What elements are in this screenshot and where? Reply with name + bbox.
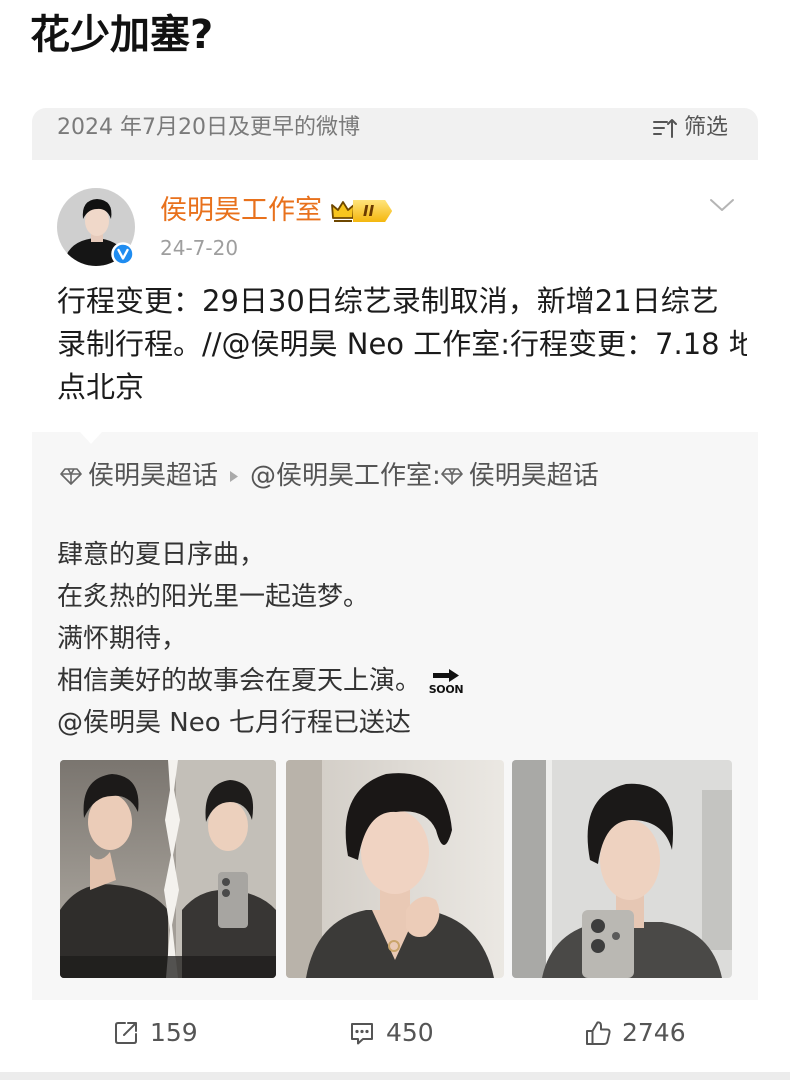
mention-link[interactable]: @侯明昊工作室:: [250, 460, 441, 492]
post-text-line: 录制行程。//@侯明昊 Neo 工作室:行程变更：7.18 地: [57, 327, 747, 361]
photo-2-image: [286, 760, 504, 978]
bottom-divider: [0, 1072, 790, 1080]
post-text-line: 点北京: [57, 370, 145, 404]
diamond-icon: [440, 468, 463, 485]
comment-count: 450: [386, 1018, 434, 1047]
photo-3-image: [512, 760, 732, 978]
filter-sort-icon: [653, 119, 677, 138]
member-level-badge[interactable]: II: [330, 197, 393, 225]
like-count: 2746: [622, 1018, 686, 1047]
retweet-text-line: 在炙热的阳光里一起造梦。: [57, 582, 370, 612]
diamond-icon: [60, 468, 82, 485]
post-date: 24-7-20: [160, 236, 239, 260]
like-button[interactable]: 2746: [584, 1016, 686, 1050]
super-topic-link-2[interactable]: 侯明昊超话: [469, 460, 599, 492]
photo-2[interactable]: [286, 760, 504, 978]
retweet-text-line: 满怀期待，: [57, 624, 188, 654]
verified-badge-icon: [111, 242, 135, 266]
retweet-text-segment: 相信美好的故事会在夏天上演。: [57, 666, 422, 696]
photo-3[interactable]: [512, 760, 732, 978]
feed-header: 2024 年7月20日及更早的微博 筛选: [32, 108, 758, 160]
share-icon: [115, 1022, 137, 1044]
filter-button[interactable]: 筛选: [652, 113, 728, 143]
soon-label: SOON: [428, 683, 464, 696]
page-title: 花少加塞?: [30, 12, 214, 58]
member-level-text: II: [353, 200, 393, 222]
triangle-right-icon: [230, 470, 239, 482]
retweet-text-line: @侯明昊 Neo 七月行程已送达: [57, 708, 411, 738]
post-card: 侯明昊工作室 II 24-7-20 行程变更：29日30日综艺录制取消，新增21…: [32, 160, 758, 432]
crown-icon: [331, 201, 355, 222]
post-text-line: 行程变更：29日30日综艺录制取消，新增21日综艺: [57, 284, 719, 318]
repost-count: 159: [150, 1018, 198, 1047]
super-topic-link[interactable]: 侯明昊超话: [88, 460, 218, 492]
photo-1[interactable]: [60, 760, 276, 978]
photo-1-image: [60, 760, 276, 978]
retweet-text-line: 肆意的夏日序曲，: [57, 540, 266, 570]
arrow-right-icon: [433, 669, 460, 682]
retweet-pointer: [80, 432, 102, 444]
comment-button[interactable]: 450: [348, 1016, 434, 1050]
filter-label: 筛选: [684, 115, 729, 140]
soon-arrow-icon: SOON: [427, 668, 465, 695]
action-bar: 159 450 2746: [32, 1000, 758, 1072]
comment-icon: [351, 1023, 373, 1045]
super-topic-path: 侯明昊超话 @侯明昊工作室: 侯明昊超话: [60, 460, 599, 492]
retweet-text: 肆意的夏日序曲， 在炙热的阳光里一起造梦。 满怀期待， 相信美好的故事会在夏天上…: [57, 534, 747, 744]
thumbs-up-icon: [586, 1021, 611, 1045]
author-name[interactable]: 侯明昊工作室: [160, 193, 322, 229]
date-range-label: 2024 年7月20日及更早的微博: [57, 115, 360, 140]
post-text: 行程变更：29日30日综艺录制取消，新增21日综艺 录制行程。//@侯明昊 Ne…: [57, 280, 747, 409]
repost-button[interactable]: 159: [112, 1016, 198, 1050]
chevron-down-icon[interactable]: [708, 196, 736, 214]
retweet-text-line-with-emoji: 相信美好的故事会在夏天上演。 SOON: [57, 660, 747, 702]
retweet-box[interactable]: 侯明昊超话 @侯明昊工作室: 侯明昊超话 肆意的夏日序曲， 在炙热的阳光里一起造…: [32, 432, 758, 1000]
author-row: 侯明昊工作室 II: [160, 193, 393, 229]
